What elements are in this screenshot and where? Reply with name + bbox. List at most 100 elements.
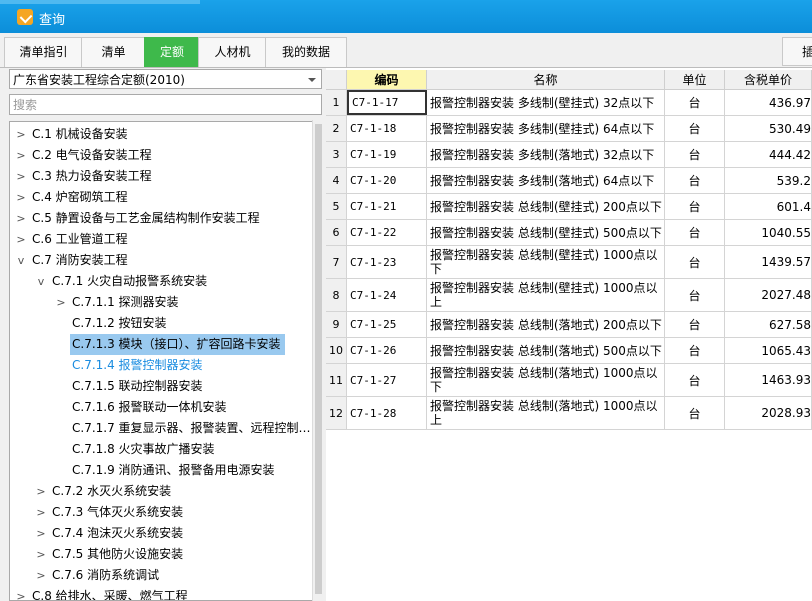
tree-node[interactable]: > C.7.4 泡沫灭火系统安装 — [10, 523, 183, 544]
price-cell[interactable]: 627.58 — [725, 312, 812, 337]
code-cell[interactable]: C7-1-19 — [347, 142, 427, 167]
scrollbar-thumb[interactable] — [315, 124, 322, 594]
table-row[interactable]: 7 C7-1-23 报警控制器安装 总线制(壁挂式) 1000点以下 台 1439.57 — [326, 246, 812, 279]
tree-node-current[interactable]: C.7.1.4 报警控制器安装 — [10, 355, 203, 376]
code-cell[interactable]: C7-1-22 — [347, 220, 427, 245]
tree-node[interactable]: > C.7.6 消防系统调试 — [10, 565, 159, 586]
name-cell[interactable]: 报警控制器安装 总线制(落地式) 500点以下 — [427, 338, 665, 363]
tree-node[interactable]: > C.5 静置设备与工艺金属结构制作安装工程 — [10, 208, 259, 229]
row-number-cell[interactable]: 4 — [326, 168, 347, 193]
price-cell[interactable]: 436.97 — [725, 90, 812, 115]
chevron-right-icon[interactable]: > — [16, 124, 26, 145]
code-cell[interactable]: C7-1-27 — [347, 364, 427, 396]
unit-cell[interactable]: 台 — [665, 90, 725, 115]
code-cell[interactable]: C7-1-26 — [347, 338, 427, 363]
unit-cell[interactable]: 台 — [665, 116, 725, 141]
table-row[interactable]: 3 C7-1-19 报警控制器安装 多线制(落地式) 32点以下 台 444.42 — [326, 142, 812, 168]
tab-list-guide[interactable]: 清单指引 — [4, 37, 83, 67]
chevron-right-icon[interactable]: > — [16, 145, 26, 166]
column-header-price[interactable]: 含税单价 — [725, 70, 812, 90]
table-row[interactable]: 10 C7-1-26 报警控制器安装 总线制(落地式) 500点以下 台 1065.43 — [326, 338, 812, 364]
chevron-right-icon[interactable]: > — [36, 481, 46, 502]
tree-node[interactable]: C.7.1.8 火灾事故广播安装 — [10, 439, 215, 460]
code-cell[interactable]: C7-1-17 — [347, 90, 427, 115]
tree-node[interactable]: > C.4 炉窑砌筑工程 — [10, 187, 127, 208]
chevron-right-icon[interactable]: > — [16, 166, 26, 187]
name-cell[interactable]: 报警控制器安装 总线制(落地式) 1000点以下 — [427, 364, 665, 396]
tree-node[interactable]: > C.1 机械设备安装 — [10, 124, 127, 145]
tree-node[interactable]: C.7.1.2 按钮安装 — [10, 313, 167, 334]
table-row[interactable]: 8 C7-1-24 报警控制器安装 总线制(壁挂式) 1000点以上 台 2027.48 — [326, 279, 812, 312]
chevron-right-icon[interactable]: > — [36, 565, 46, 586]
name-cell[interactable]: 报警控制器安装 多线制(落地式) 32点以下 — [427, 142, 665, 167]
row-number-cell[interactable]: 12 — [326, 397, 347, 429]
tree-node[interactable]: v C.7 消防安装工程 — [10, 250, 128, 271]
tree-node[interactable]: > C.7.1.1 探测器安装 — [10, 292, 178, 313]
tree-node[interactable]: > C.7.3 气体灭火系统安装 — [10, 502, 183, 523]
chevron-right-icon[interactable]: > — [36, 544, 46, 565]
price-cell[interactable]: 601.4 — [725, 194, 812, 219]
code-cell[interactable]: C7-1-23 — [347, 246, 427, 278]
chevron-right-icon[interactable]: > — [16, 208, 26, 229]
tree-node[interactable]: > C.3 热力设备安装工程 — [10, 166, 151, 187]
unit-cell[interactable]: 台 — [665, 220, 725, 245]
column-header-code[interactable]: 编码 — [347, 70, 427, 90]
price-cell[interactable]: 1439.57 — [725, 246, 812, 278]
tab-labor-material[interactable]: 人材机 — [198, 37, 267, 67]
unit-cell[interactable]: 台 — [665, 168, 725, 193]
price-cell[interactable]: 2028.93 — [725, 397, 812, 429]
tab-my-data[interactable]: 我的数据 — [265, 37, 347, 67]
row-number-cell[interactable]: 7 — [326, 246, 347, 278]
name-cell[interactable]: 报警控制器安装 总线制(落地式) 1000点以上 — [427, 397, 665, 429]
code-cell[interactable]: C7-1-28 — [347, 397, 427, 429]
unit-cell[interactable]: 台 — [665, 338, 725, 363]
code-cell[interactable]: C7-1-21 — [347, 194, 427, 219]
quota-library-select[interactable]: 广东省安装工程综合定额(2010) — [9, 69, 322, 89]
name-cell[interactable]: 报警控制器安装 总线制(壁挂式) 200点以下 — [427, 194, 665, 219]
table-row[interactable]: 9 C7-1-25 报警控制器安装 总线制(落地式) 200点以下 台 627.58 — [326, 312, 812, 338]
name-cell[interactable]: 报警控制器安装 多线制(落地式) 64点以下 — [427, 168, 665, 193]
chevron-down-icon[interactable]: v — [16, 250, 26, 271]
unit-cell[interactable]: 台 — [665, 246, 725, 278]
code-cell[interactable]: C7-1-20 — [347, 168, 427, 193]
chevron-right-icon[interactable]: > — [16, 586, 26, 600]
price-cell[interactable]: 1040.55 — [725, 220, 812, 245]
row-number-cell[interactable]: 10 — [326, 338, 347, 363]
chevron-down-icon[interactable]: v — [36, 271, 46, 292]
search-input[interactable] — [10, 95, 321, 114]
tree-node[interactable]: C.7.1.6 报警联动一体机安装 — [10, 397, 227, 418]
code-cell[interactable]: C7-1-18 — [347, 116, 427, 141]
table-row[interactable]: 2 C7-1-18 报警控制器安装 多线制(壁挂式) 64点以下 台 530.49 — [326, 116, 812, 142]
code-cell[interactable]: C7-1-25 — [347, 312, 427, 337]
chevron-right-icon[interactable]: > — [36, 502, 46, 523]
table-row[interactable]: 12 C7-1-28 报警控制器安装 总线制(落地式) 1000点以上 台 2028.9… — [326, 397, 812, 430]
table-row[interactable]: 1 C7-1-17 报警控制器安装 多线制(壁挂式) 32点以下 台 436.97 — [326, 90, 812, 116]
name-cell[interactable]: 报警控制器安装 多线制(壁挂式) 64点以下 — [427, 116, 665, 141]
table-row[interactable]: 11 C7-1-27 报警控制器安装 总线制(落地式) 1000点以下 台 1463.9… — [326, 364, 812, 397]
unit-cell[interactable]: 台 — [665, 194, 725, 219]
tree-node[interactable]: C.7.1.7 重复显示器、报警装置、远程控制… — [10, 418, 311, 439]
tree-node[interactable]: C.7.1.5 联动控制器安装 — [10, 376, 203, 397]
tree-scrollbar[interactable] — [312, 120, 325, 601]
unit-cell[interactable]: 台 — [665, 279, 725, 311]
unit-cell[interactable]: 台 — [665, 142, 725, 167]
price-cell[interactable]: 1065.43 — [725, 338, 812, 363]
name-cell[interactable]: 报警控制器安装 总线制(壁挂式) 1000点以上 — [427, 279, 665, 311]
row-number-cell[interactable]: 2 — [326, 116, 347, 141]
table-row[interactable]: 6 C7-1-22 报警控制器安装 总线制(壁挂式) 500点以下 台 1040.55 — [326, 220, 812, 246]
search-box[interactable] — [9, 94, 322, 115]
unit-cell[interactable]: 台 — [665, 312, 725, 337]
price-cell[interactable]: 530.49 — [725, 116, 812, 141]
chevron-right-icon[interactable]: > — [16, 229, 26, 250]
row-number-cell[interactable]: 8 — [326, 279, 347, 311]
row-number-cell[interactable]: 3 — [326, 142, 347, 167]
row-number-cell[interactable]: 6 — [326, 220, 347, 245]
table-row[interactable]: 4 C7-1-20 报警控制器安装 多线制(落地式) 64点以下 台 539.2 — [326, 168, 812, 194]
insert-button[interactable]: 插 — [782, 37, 812, 66]
price-cell[interactable]: 539.2 — [725, 168, 812, 193]
name-cell[interactable]: 报警控制器安装 多线制(壁挂式) 32点以下 — [427, 90, 665, 115]
tab-quota[interactable]: 定额 — [144, 37, 200, 67]
name-cell[interactable]: 报警控制器安装 总线制(壁挂式) 500点以下 — [427, 220, 665, 245]
price-cell[interactable]: 1463.93 — [725, 364, 812, 396]
tree-node[interactable]: > C.7.5 其他防火设施安装 — [10, 544, 183, 565]
